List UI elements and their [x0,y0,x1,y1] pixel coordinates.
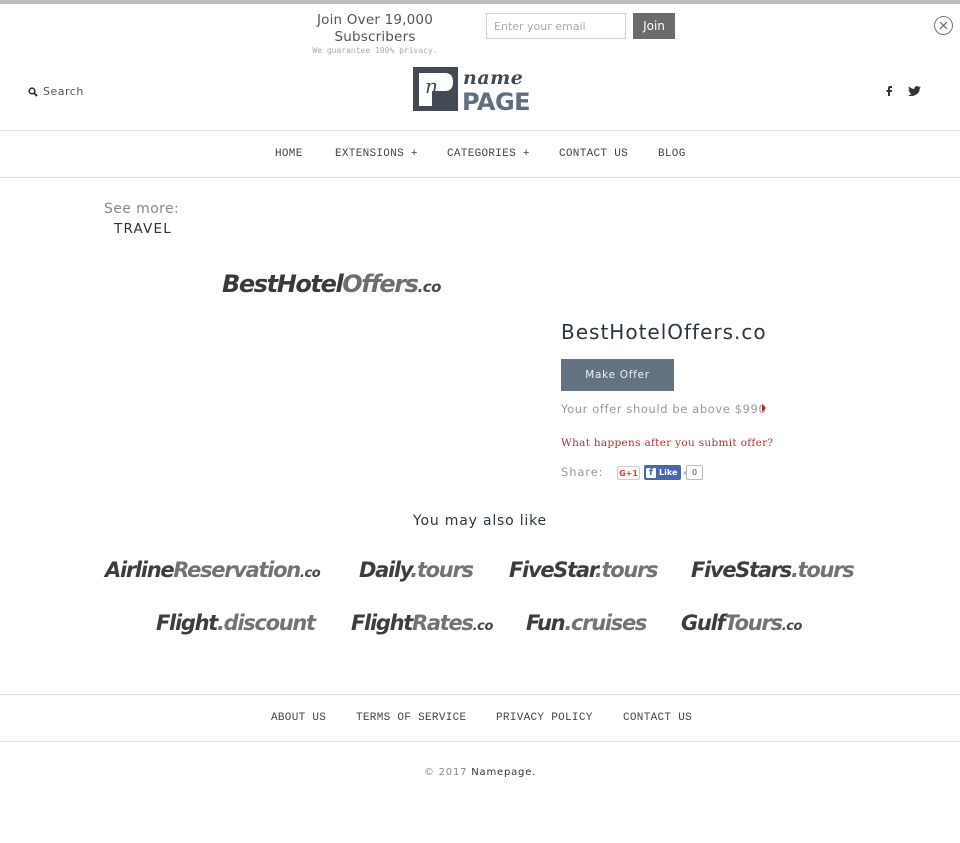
see-more-label: See more: [104,201,180,217]
main-nav: HOME EXTENSIONS + CATEGORIES + CONTACT U… [0,130,960,178]
footer-nav: ABOUT US TERMS OF SERVICE PRIVACY POLICY… [0,694,960,742]
related-domain-gulftours[interactable]: GulfTours.co [681,609,802,641]
offer-hint: Your offer should be above $990 [561,402,767,416]
related-dark: Fun [526,611,566,635]
svg-text:PAGE: PAGE [462,88,530,112]
related-ext: .co [299,566,321,581]
subscribe-text: Join Over 19,000 Subscribers We guarante… [276,12,474,56]
domain-logo-ext: .co [417,278,442,296]
related-dark: Flight [351,611,413,635]
top-border [0,0,960,4]
nav-blog[interactable]: BLOG [658,148,686,160]
facebook-like-button[interactable]: f Like [644,465,681,480]
related-light: .tours [594,558,659,582]
join-button[interactable]: Join [633,13,675,39]
nav-contact-us[interactable]: CONTACT US [559,148,628,160]
share-label: Share: [561,465,604,479]
facebook-icon: f [646,467,656,478]
nav-categories[interactable]: CATEGORIES + [447,148,530,160]
related-domain-fun-cruises[interactable]: Fun.cruises [526,609,647,641]
copyright-text: © 2017 [423,767,468,778]
related-dark: Daily [359,558,412,582]
related-title: You may also like [413,513,547,529]
related-light: .discount [216,611,316,635]
footer-terms-of-service[interactable]: TERMS OF SERVICE [356,712,466,724]
domain-title: BestHotelOffers.co [561,320,767,344]
subscribe-title: Join Over 19,000 Subscribers [316,12,434,45]
logo-icon: n name PAGE [413,67,531,116]
namepage-link[interactable]: Namepage. [471,767,536,778]
facebook-like-count: 0 [683,465,703,480]
related-domain-fivestar-tours[interactable]: FiveStar.tours [509,556,659,588]
google-plus-button[interactable]: G+1 [617,466,640,480]
subscribe-bar: Join Over 19,000 Subscribers We guarante… [0,12,960,55]
twitter-icon [907,86,921,96]
related-domain-airlinereservation[interactable]: AirlineReservation.co [105,556,321,588]
facebook-link[interactable] [882,84,896,98]
search-button[interactable]: Search [28,85,84,98]
nav-home[interactable]: HOME [275,148,303,160]
related-domain-flightrates[interactable]: FlightRates.co [351,609,493,641]
domain-logo: BestHotelOffers.co [222,268,441,303]
footer-privacy-policy[interactable]: PRIVACY POLICY [496,712,593,724]
related-light: .tours [410,558,474,582]
search-icon [28,86,38,97]
svg-text:name: name [463,67,523,89]
make-offer-button[interactable]: Make Offer [561,359,674,391]
footer-about-us[interactable]: ABOUT US [271,712,326,724]
related-light: Tours [724,611,783,635]
email-input[interactable] [486,13,626,39]
facebook-like-label: Like [659,468,678,477]
svg-text:n: n [425,74,438,98]
related-ext: .co [781,619,803,634]
copyright: © 2017 Namepage. [0,767,960,778]
related-dark: FiveStars [691,558,792,582]
footer-contact-us[interactable]: CONTACT US [623,712,692,724]
related-ext: .co [472,619,494,634]
related-dark: Flight [156,611,218,635]
related-light: Rates [411,611,474,635]
category-link-travel[interactable]: TRAVEL [114,221,172,237]
related-light: Reservation [173,558,301,582]
twitter-link[interactable] [907,84,921,98]
related-domain-daily-tours[interactable]: Daily.tours [359,556,474,588]
close-subscribe-button[interactable] [934,16,953,35]
domain-logo-dark: BestHotel [222,270,344,298]
privacy-note: We guarantee 100% privacy. [312,46,438,55]
related-dark: FiveStar [509,558,596,582]
related-dark: Airline [105,558,175,582]
social-links [882,84,921,98]
related-dark: Gulf [681,611,726,635]
namepage-logo[interactable]: n name PAGE [412,66,548,116]
close-icon [939,21,948,30]
related-domain-flight-discount[interactable]: Flight.discount [156,609,316,641]
related-light: .tours [790,558,855,582]
what-happens-link[interactable]: What happens after you submit offer? [561,437,773,449]
domain-logo-light: Offers [342,270,419,298]
related-domain-fivestars-tours[interactable]: FiveStars.tours [691,556,855,588]
search-label: Search [43,85,84,98]
facebook-icon [886,86,892,96]
nav-extensions[interactable]: EXTENSIONS + [335,148,418,160]
related-light: .cruises [564,611,647,635]
caret-right-icon[interactable] [762,404,766,412]
